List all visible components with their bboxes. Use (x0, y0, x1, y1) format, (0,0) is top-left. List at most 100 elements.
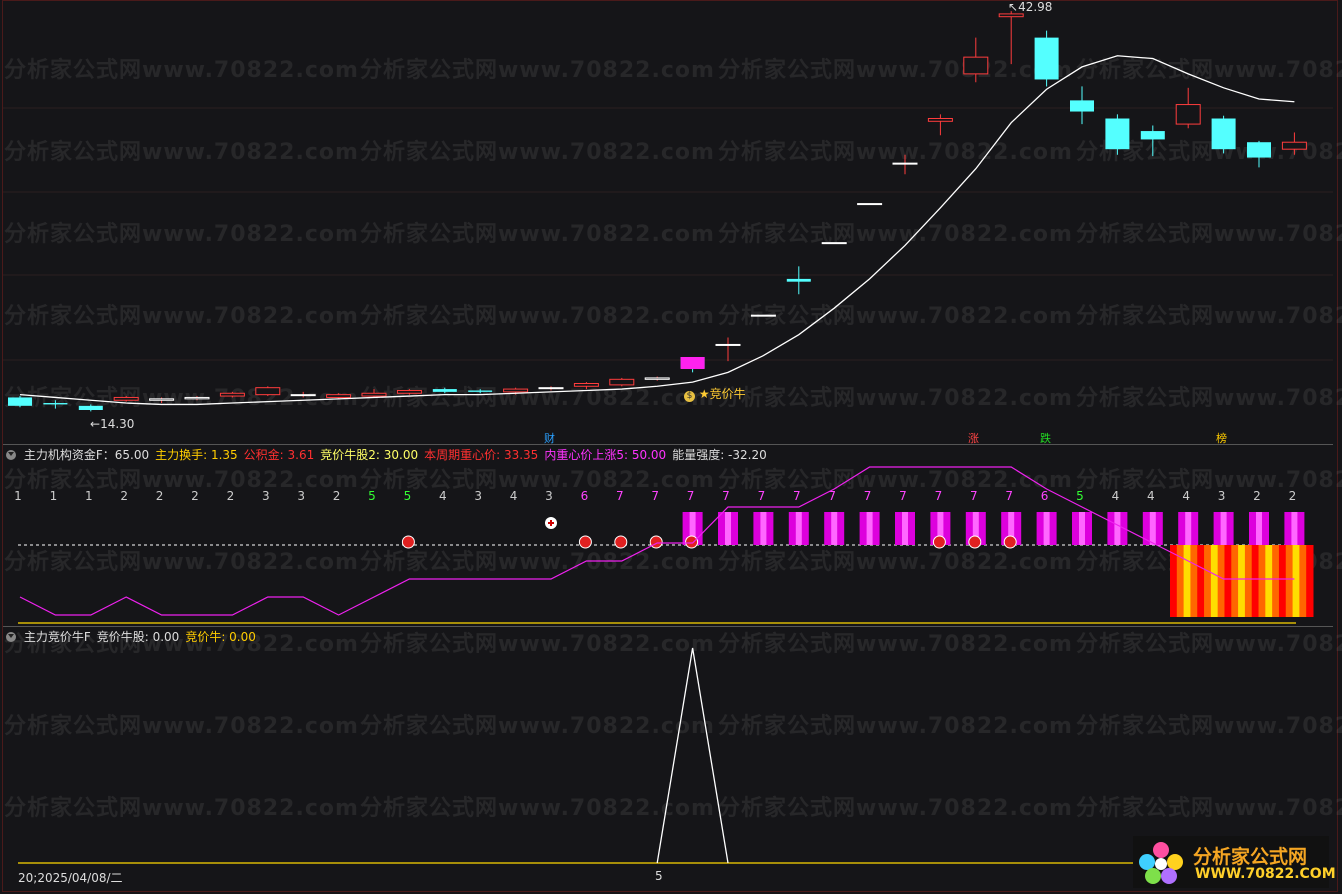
candle-body (8, 397, 32, 406)
site-logo: 分析家公式网 WWW.70822.COM (1133, 836, 1336, 888)
star-icon: ★ (698, 387, 710, 401)
day-count-label: 2 (1253, 489, 1261, 503)
candle-body (1034, 37, 1059, 80)
institution-fund-chart[interactable]: 1112222332554343677777777777765444322 (0, 440, 1342, 630)
day-count-label: 7 (1005, 489, 1013, 503)
day-count-label: 5 (368, 489, 376, 503)
day-count-label: 4 (510, 489, 518, 503)
day-count-label: 4 (1182, 489, 1190, 503)
heat-stripe (1285, 545, 1294, 617)
heat-stripe (1238, 545, 1246, 617)
candle-body (503, 388, 529, 393)
date-cursor-label: 20;2025/04/08/二 (18, 871, 123, 885)
day-count-label: 3 (297, 489, 305, 503)
auction-bull-signal[interactable]: $ ★竞价牛 (684, 385, 746, 402)
day-count-label: 2 (227, 489, 235, 503)
day-count-label: 1 (14, 489, 22, 503)
day-count-label: 7 (758, 489, 766, 503)
red-ball-icon (932, 535, 946, 549)
heat-stripe (1224, 545, 1232, 617)
day-count-label: 4 (1112, 489, 1120, 503)
candle-body (821, 242, 847, 245)
day-count-label: 2 (333, 489, 341, 503)
candle-body (219, 392, 245, 397)
heat-stripe (1204, 545, 1212, 617)
candle-body (998, 13, 1024, 18)
red-ball-icon (685, 535, 699, 549)
fund-column-highlight (902, 512, 908, 545)
candle-body (468, 390, 493, 392)
candle-body (538, 387, 564, 390)
fund-column-highlight (1149, 512, 1156, 545)
candle-body (573, 383, 599, 387)
candle-body (1211, 118, 1236, 150)
day-count-label: 7 (935, 489, 943, 503)
candle-body (609, 378, 635, 386)
candle-body (326, 394, 352, 398)
day-count-label: 6 (581, 489, 589, 503)
day-count-label: 7 (970, 489, 978, 503)
candle-body (113, 396, 139, 401)
candlestick-chart[interactable] (0, 0, 1342, 444)
day-count-label: 3 (545, 489, 553, 503)
candle-body (43, 403, 68, 405)
heat-stripe (1210, 545, 1219, 617)
candle-body (715, 343, 741, 346)
candle-body (1247, 142, 1271, 158)
day-count-label: 5 (1076, 489, 1084, 503)
day-count-label: 1 (50, 489, 58, 503)
day-count-label: 2 (1289, 489, 1297, 503)
heat-stripe (1306, 545, 1314, 617)
red-ball-icon (1003, 535, 1017, 549)
candle-body (644, 377, 670, 380)
x-axis-tick: 5 (655, 869, 663, 883)
candle-body (857, 203, 883, 206)
candle-body (786, 278, 811, 282)
candle-body (963, 56, 989, 75)
high-price-label: ↖42.98 (1008, 0, 1053, 14)
candle-body (290, 394, 316, 397)
low-price-label: ←14.30 (90, 417, 135, 431)
red-ball-icon (968, 535, 982, 549)
candle-body (1175, 104, 1201, 125)
fund-column-highlight (795, 512, 802, 545)
fund-column-highlight (760, 512, 767, 545)
fund-column-highlight (1114, 512, 1121, 545)
candle-body (750, 314, 776, 317)
fund-column-highlight (866, 512, 873, 545)
heat-stripe (1251, 545, 1260, 617)
signal-candle (680, 357, 705, 370)
heat-stripe (1258, 545, 1266, 617)
day-count-label: 7 (616, 489, 624, 503)
day-count-label: 3 (262, 489, 270, 503)
day-count-label: 3 (474, 489, 482, 503)
heat-stripe (1197, 545, 1205, 617)
heat-stripe (1272, 545, 1280, 617)
auction-bull-spike (656, 647, 729, 864)
red-ball-icon (401, 535, 415, 549)
day-count-label: 7 (899, 489, 907, 503)
heat-stripe (1183, 545, 1191, 617)
heat-stripe (1244, 545, 1253, 617)
logo-title: 分析家公式网 (1193, 846, 1308, 868)
fund-column-highlight (1256, 512, 1262, 545)
candle-body (396, 389, 422, 394)
day-count-label: 7 (722, 489, 730, 503)
candle-body (184, 396, 210, 400)
heat-stripe (1190, 545, 1198, 617)
day-count-label: 7 (864, 489, 872, 503)
fund-column-highlight (831, 512, 838, 545)
day-count-label: 2 (120, 489, 128, 503)
day-count-label: 7 (793, 489, 801, 503)
fund-column-highlight (1185, 512, 1192, 545)
money-bag-icon: $ (684, 391, 695, 402)
heat-stripe (1231, 545, 1239, 617)
fund-column-highlight (1043, 512, 1050, 545)
day-count-label: 6 (1041, 489, 1049, 503)
red-ball-icon (614, 535, 628, 549)
heat-stripe (1265, 545, 1273, 617)
day-count-label: 4 (439, 489, 447, 503)
heat-stripe (1217, 545, 1225, 617)
fund-column-highlight (1220, 512, 1227, 545)
flower-logo-icon (1139, 842, 1183, 884)
